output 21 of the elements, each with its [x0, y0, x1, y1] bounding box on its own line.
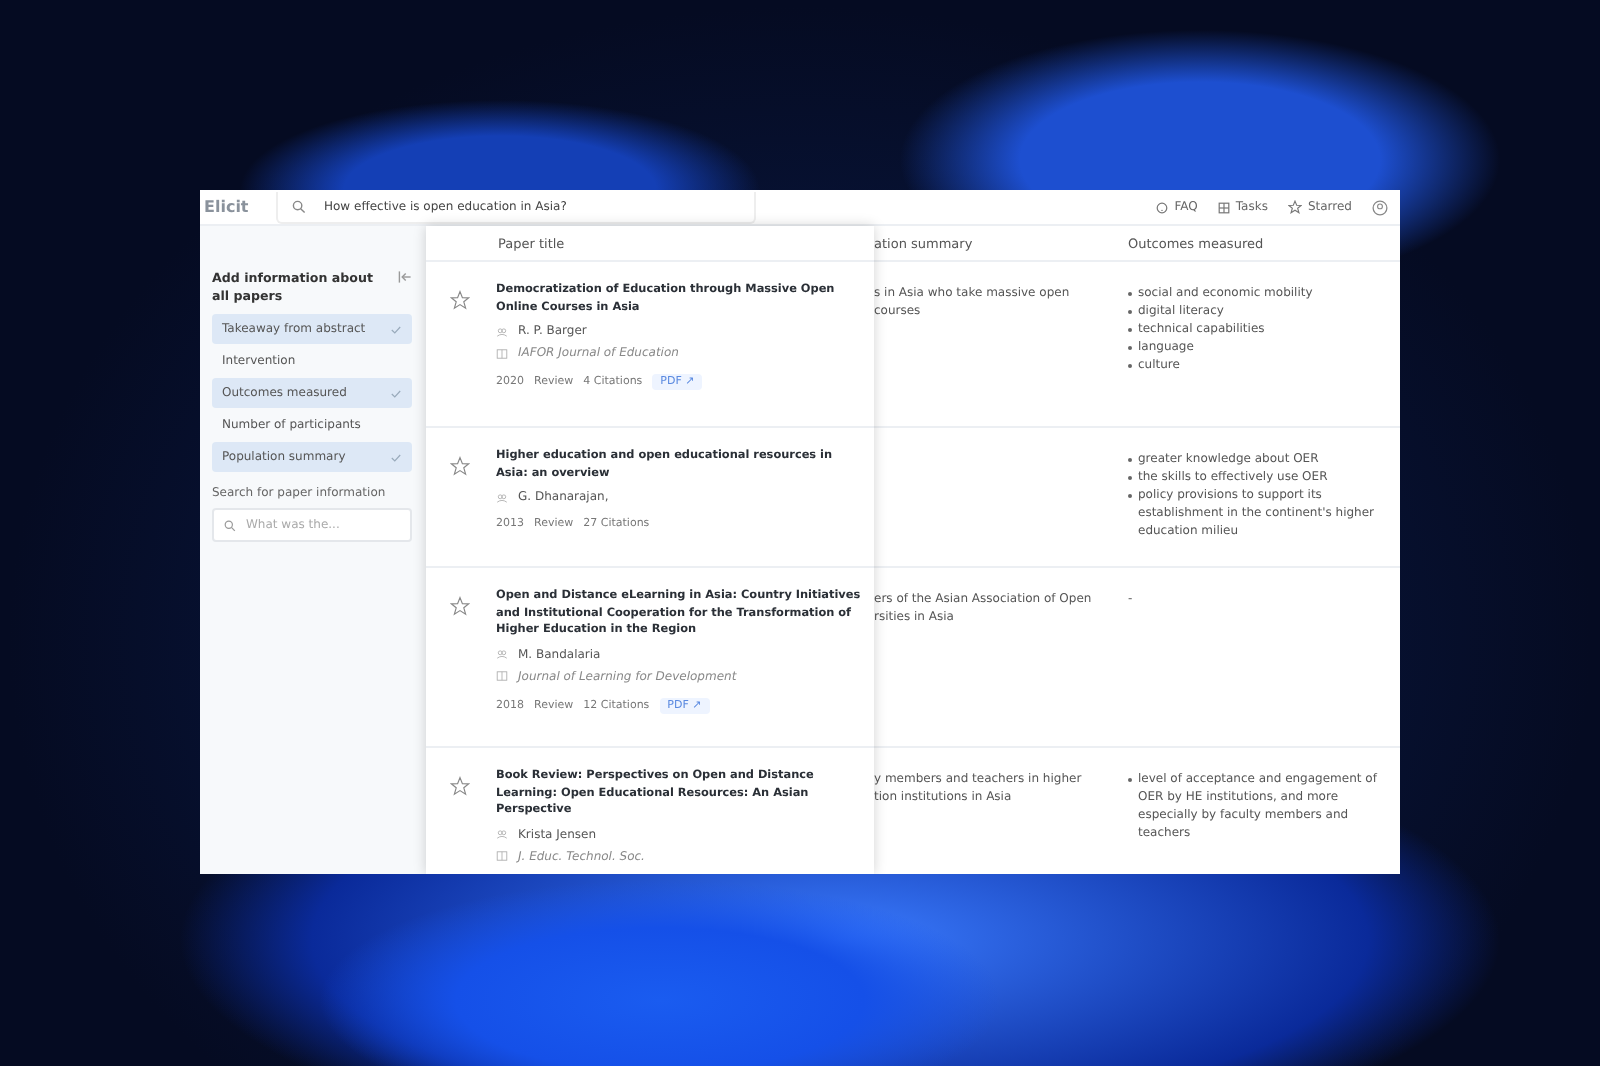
star-icon[interactable]	[450, 596, 470, 616]
search-icon	[292, 199, 306, 213]
star-icon[interactable]	[450, 456, 470, 476]
people-icon	[496, 648, 508, 660]
check-icon	[390, 451, 402, 463]
book-icon	[496, 850, 508, 862]
book-icon	[496, 347, 508, 359]
help-icon	[1156, 201, 1169, 213]
book-icon	[496, 670, 508, 682]
people-icon	[496, 325, 508, 337]
search-icon	[224, 519, 236, 531]
star-icon	[1287, 200, 1302, 214]
check-icon	[390, 387, 402, 399]
people-icon	[496, 491, 508, 503]
star-icon[interactable]	[450, 290, 470, 310]
avatar-icon[interactable]	[1372, 199, 1388, 215]
grid-icon	[1217, 201, 1230, 213]
people-icon	[496, 828, 508, 840]
collapse-icon[interactable]	[398, 270, 412, 284]
check-icon	[390, 323, 402, 335]
star-icon[interactable]	[450, 776, 470, 796]
